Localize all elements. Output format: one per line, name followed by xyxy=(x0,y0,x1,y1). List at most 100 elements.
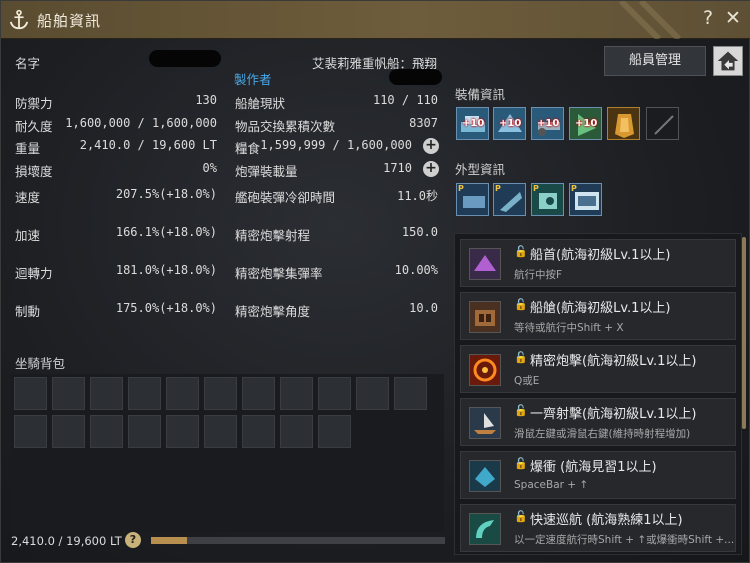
stat-value: 0% xyxy=(202,161,217,175)
redacted-maker xyxy=(389,69,442,85)
bag-slot[interactable] xyxy=(128,377,161,410)
skill-item[interactable]: 🔓 爆衝 (航海見習1以上) SpaceBar + ↑ xyxy=(460,451,736,499)
title-bar[interactable]: 船舶資訊 ? ✕ xyxy=(1,1,750,39)
stat-value: 110 / 110 xyxy=(372,93,438,107)
stat-label: 糧食 xyxy=(235,141,261,156)
bag-slot[interactable] xyxy=(90,415,123,448)
stat-value: 1,599,999 / 1,600,000 xyxy=(260,138,412,152)
stat-label: 炮彈裝載量 xyxy=(235,164,298,179)
bag-slot[interactable] xyxy=(52,377,85,410)
bag-slot[interactable] xyxy=(14,377,47,410)
bag-slot[interactable] xyxy=(128,415,161,448)
stat-label: 艦砲裝彈冷卻時間 xyxy=(235,190,336,205)
skill-key: 滑鼠左鍵或滑鼠右鍵(維持時射程增加) xyxy=(514,428,691,440)
empty-slot-icon[interactable] xyxy=(646,107,679,140)
equipment-title: 裝備資訊 xyxy=(455,87,506,102)
broadside-skill-icon xyxy=(469,407,501,439)
skill-item[interactable]: 🔓 精密炮擊(航海初級Lv.1以上) Q或E xyxy=(460,345,736,393)
stat-value: 10.0 xyxy=(409,301,438,315)
bag-slot[interactable] xyxy=(242,377,275,410)
stat-label: 制動 xyxy=(15,304,41,319)
stat-label: 加速 xyxy=(15,228,41,243)
stat-label: 物品交換累積次數 xyxy=(235,119,336,134)
stat-value: 2,410.0 / 19,600 LT xyxy=(79,138,217,152)
unlock-icon: 🔓 xyxy=(514,510,528,523)
bag-slot[interactable] xyxy=(204,377,237,410)
skill-name: 爆衝 (航海見習1以上) xyxy=(530,460,657,475)
bag-slot[interactable] xyxy=(166,377,199,410)
anchor-icon xyxy=(9,9,29,30)
bag-slot[interactable] xyxy=(14,415,47,448)
bag-slot[interactable] xyxy=(356,377,389,410)
appearance-slot[interactable]: P xyxy=(569,183,602,216)
add-cannonball-button[interactable]: + xyxy=(423,161,439,177)
skill-name: 船艙(航海初級Lv.1以上) xyxy=(530,301,671,316)
appearance-slot[interactable]: P xyxy=(493,183,526,216)
bag-weight: 2,410.0 / 19,600 LT xyxy=(11,534,122,548)
stat-value: 1,600,000 / 1,600,000 xyxy=(65,116,217,130)
stat-label: 耐久度 xyxy=(15,119,53,134)
stat-value: 150.0 xyxy=(401,225,438,239)
close-button[interactable]: ✕ xyxy=(725,7,741,29)
stat-value: 207.5%(+18.0%) xyxy=(115,187,217,201)
bag-slot[interactable] xyxy=(280,415,313,448)
stat-value: 166.1%(+18.0%) xyxy=(115,225,217,239)
cruise-skill-icon xyxy=(469,513,501,545)
skill-item[interactable]: 🔓 一齊射擊(航海初級Lv.1以上) 滑鼠左鍵或滑鼠右鍵(維持時射程增加) xyxy=(460,398,736,446)
bag-slot[interactable] xyxy=(242,415,275,448)
plating-icon[interactable]: +10 xyxy=(493,107,526,140)
stat-label: 防禦力 xyxy=(15,96,53,111)
stat-label: 迴轉力 xyxy=(15,266,53,281)
target-skill-icon xyxy=(469,354,501,386)
mount-bag xyxy=(11,374,444,532)
stat-value: 181.0%(+18.0%) xyxy=(115,263,217,277)
appearance-slot[interactable]: P xyxy=(456,183,489,216)
figurehead-icon[interactable]: +10 xyxy=(456,107,489,140)
appearance-title: 外型資訊 xyxy=(455,162,506,177)
stat-label: 重量 xyxy=(15,141,41,156)
skill-item[interactable]: 🔓 船首(航海初級Lv.1以上) 航行中按F xyxy=(460,239,736,287)
bag-slot[interactable] xyxy=(204,415,237,448)
weight-bar-fill xyxy=(151,537,188,544)
skill-name: 精密炮擊(航海初級Lv.1以上) xyxy=(530,354,697,369)
skill-list[interactable]: 🔓 船首(航海初級Lv.1以上) 航行中按F 🔓 船艙(航海初級Lv.1以上) … xyxy=(454,233,742,555)
sail-icon[interactable]: +10 xyxy=(569,107,602,140)
skill-scrollbar[interactable] xyxy=(742,237,746,429)
unlock-icon: 🔓 xyxy=(514,404,528,417)
stat-label: 速度 xyxy=(15,190,41,205)
bag-slot[interactable] xyxy=(90,377,123,410)
emblem-icon[interactable] xyxy=(607,107,640,140)
appearance-slot[interactable]: P xyxy=(531,183,564,216)
redacted-name xyxy=(149,50,221,67)
bag-slot[interactable] xyxy=(166,415,199,448)
skill-item[interactable]: 🔓 船艙(航海初級Lv.1以上) 等待或航行中Shift + X xyxy=(460,292,736,340)
maker-label: 製作者 xyxy=(234,72,272,87)
dash-skill-icon xyxy=(469,460,501,492)
stat-label: 精密炮擊射程 xyxy=(235,228,311,243)
weight-bar xyxy=(151,537,445,544)
unlock-icon: 🔓 xyxy=(514,245,528,258)
add-food-button[interactable]: + xyxy=(423,138,439,154)
skill-item[interactable]: 🔓 快速巡航 (航海熟練1以上) 以一定速度航行時Shift + ↑或爆衝時Sh… xyxy=(460,504,736,552)
bag-title: 坐騎背包 xyxy=(15,356,66,371)
stat-value: 11.0秒 xyxy=(397,189,438,203)
stat-value: 175.0%(+18.0%) xyxy=(115,301,217,315)
figurehead-skill-icon xyxy=(469,248,501,280)
bag-slot[interactable] xyxy=(318,377,351,410)
bag-slot[interactable] xyxy=(394,377,427,410)
bag-slot[interactable] xyxy=(280,377,313,410)
stat-value: 130 xyxy=(195,93,217,107)
skill-name: 快速巡航 (航海熟練1以上) xyxy=(530,513,683,528)
cannon-icon[interactable]: +10 xyxy=(531,107,564,140)
window-title: 船舶資訊 xyxy=(37,12,102,30)
skill-name: 船首(航海初級Lv.1以上) xyxy=(530,248,671,263)
bag-slot[interactable] xyxy=(318,415,351,448)
return-home-button[interactable] xyxy=(713,46,743,76)
skill-key: 等待或航行中Shift + X xyxy=(514,322,624,334)
bag-slot[interactable] xyxy=(52,415,85,448)
crew-management-button[interactable]: 船員管理 xyxy=(604,46,706,76)
unlock-icon: 🔓 xyxy=(514,298,528,311)
help-button[interactable]: ? xyxy=(703,7,713,29)
stat-label: 精密炮擊集彈率 xyxy=(235,266,323,281)
weight-help-button[interactable]: ? xyxy=(125,532,141,548)
